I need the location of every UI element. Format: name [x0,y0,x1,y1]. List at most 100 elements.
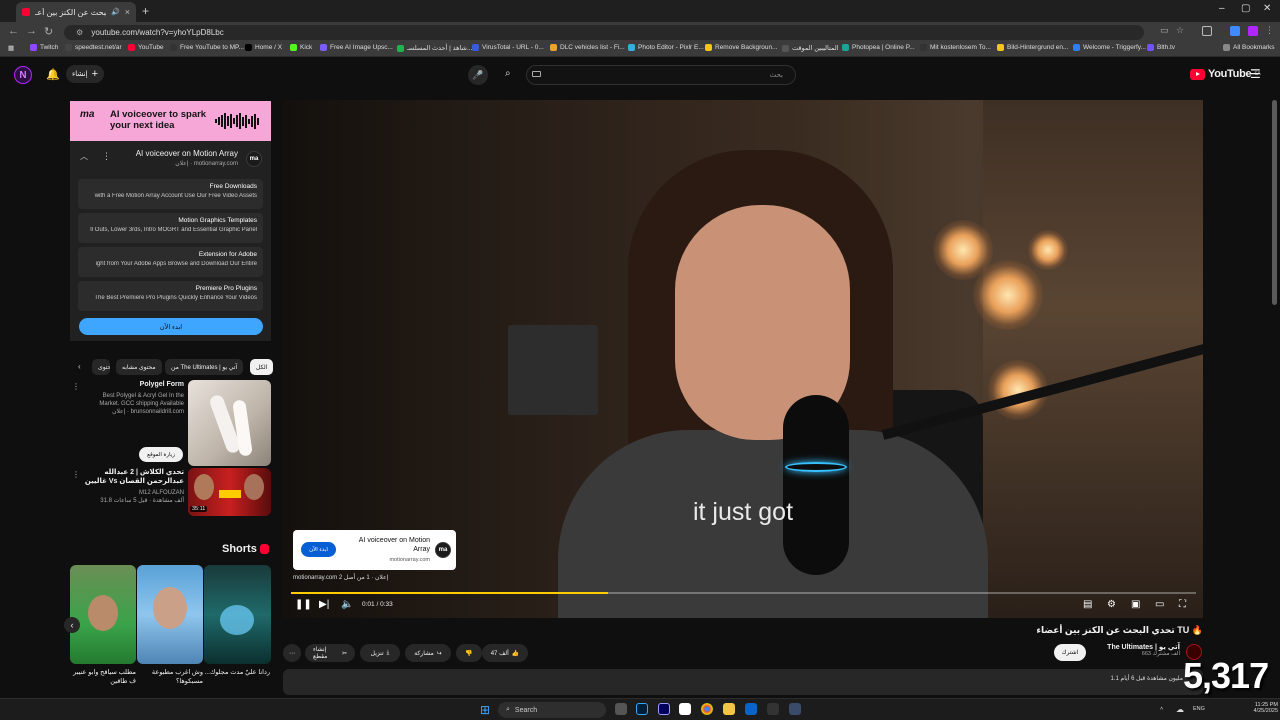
guide-menu-icon[interactable]: ☰ [1250,67,1261,81]
forward-icon[interactable]: → [26,25,37,37]
bookmark-item[interactable]: Photo Editor - Pixlr E... [628,44,704,51]
taskbar-search[interactable]: ⌕ Search [498,702,606,718]
subscribe-button[interactable]: اشترك [1054,644,1086,661]
short-thumbnail[interactable] [70,565,136,664]
file-explorer-icon[interactable] [723,703,735,715]
clip-button[interactable]: إنشاء مقطع ✂ [305,644,355,662]
bookmark-item[interactable]: Kick [290,44,312,51]
chip[interactable]: محتوى مشابه [116,359,162,375]
menu-kebab-icon[interactable]: ⋮ [1265,25,1274,36]
bookmark-star-icon[interactable]: ☆ [1176,25,1184,36]
miniplayer-icon[interactable]: ▣ [1131,599,1140,610]
bookmark-item[interactable]: YouTube [128,44,164,51]
fullscreen-icon[interactable]: ⛶ [1179,599,1186,610]
ad-sitelink[interactable]: Premiere Pro Plugins The Best Premiere P… [78,281,263,311]
volume-icon[interactable]: 🔈 [341,599,353,610]
windows-start-icon[interactable]: ⊞ [480,703,490,717]
visit-site-button[interactable]: زيارة الموقع [139,447,183,462]
shorts-prev-icon[interactable]: ‹ [64,617,80,633]
bookmark-item[interactable]: المتاليبين الموقت [782,44,839,52]
chip[interactable]: من The Ultimates | آتي يو [165,359,244,375]
bookmark-item[interactable]: All Bookmarks [1223,44,1275,51]
sponsored-recommendation[interactable]: ⋮ Polygel Form Best Polygel & Acryl Gel … [70,380,271,466]
language-indicator[interactable]: ENG [1193,706,1205,712]
search-icon[interactable]: ⌕ [505,68,511,79]
chrome-icon[interactable] [701,703,713,715]
reload-icon[interactable]: ↻ [44,25,53,38]
more-actions-button[interactable]: ⋯ [283,644,301,662]
like-button[interactable]: 47 ألف 👍 [482,644,528,662]
download-button[interactable]: تنزيل ⤓ [360,644,400,662]
app-icon[interactable] [767,703,779,715]
clock[interactable]: 11:25 PM 4/25/2025 [1244,702,1278,714]
extensions-icon[interactable] [1202,26,1212,36]
new-tab-button[interactable]: + [142,4,149,18]
collapse-chevron-icon[interactable]: ︿ [80,151,88,162]
bookmark-item[interactable]: DLC vehicles list - Fi... [550,44,625,51]
browser-tab[interactable]: تحدي البحث عن الكنز بين أعـ 🔊 × [16,2,136,22]
keyboard-icon[interactable] [532,71,541,77]
close-window-icon[interactable]: ✕ [1263,3,1271,14]
pause-icon[interactable]: ❚❚ [295,599,312,610]
bookmark-item[interactable]: Free YouTube to MP... [170,44,244,51]
channel-info[interactable]: The Ultimates | آتي يو 663 ألف مشترك [1090,643,1180,657]
bookmark-item[interactable]: Photopea | Online P... [842,44,915,51]
ad-cta-button[interactable]: ابدء الآن [79,318,263,335]
settings-gear-icon[interactable]: ⚙ [1107,599,1116,610]
short-thumbnail[interactable] [204,565,271,664]
theater-mode-icon[interactable]: ▭ [1155,599,1164,610]
share-button[interactable]: مشاركة ↪ [405,644,451,662]
onedrive-icon[interactable]: ☁ [1176,705,1184,714]
ad-menu-icon[interactable]: ⋮ [102,151,111,162]
outlook-icon[interactable] [745,703,757,715]
profile-icon[interactable] [1248,26,1258,36]
close-tab-icon[interactable]: × [125,7,130,17]
ad-banner[interactable]: ma AI voiceover to spark your next idea [70,101,271,141]
premiere-icon[interactable] [658,703,670,715]
store-icon[interactable] [679,703,691,715]
ad-overlay-card[interactable]: AI voiceover on Motion Array motionarray… [293,530,456,570]
extension-icon[interactable] [1230,26,1240,36]
chip-all[interactable]: الكل [250,359,274,375]
bookmark-item[interactable]: Welcome - Triggerfy... [1073,44,1146,51]
ad-overlay-button[interactable]: ابدء الآن [301,542,336,557]
bookmark-item[interactable]: Bild-Hintergrund en... [997,44,1068,51]
bookmark-item[interactable]: Mit kostenlosem To... [920,44,991,51]
next-icon[interactable]: ▶| [319,599,329,610]
bookmark-item[interactable]: Free AI Image Upsc... [320,44,393,51]
back-icon[interactable]: ← [8,25,19,37]
ad-sitelink[interactable]: Extension for Adobe ight from Your Adobe… [78,247,263,277]
bookmark-item[interactable]: Home / X [245,44,282,51]
task-view-icon[interactable] [615,703,627,715]
search-input[interactable]: بحث [526,65,796,85]
bookmark-item[interactable]: speedtest.net/ar [65,44,122,51]
chip[interactable]: محتوى [92,359,110,375]
minimize-icon[interactable]: – [1219,3,1225,14]
apps-icon[interactable]: ▦ [8,44,14,52]
short-thumbnail[interactable] [137,565,203,664]
create-button[interactable]: إنشاء + [66,65,104,83]
more-options-icon[interactable]: ⋮ [72,382,80,391]
recommended-video[interactable]: ⋮ تحدي الكلاش | 2 عبدالله غاليين Vs عبدا… [70,468,271,518]
rec-video-thumbnail[interactable]: 35:11 [188,468,271,516]
description-box[interactable]: 1.1 مليون مشاهدة قبل 6 أيام [283,669,1203,695]
subtitles-icon[interactable]: ▤ [1083,599,1092,610]
maximize-icon[interactable]: ▢ [1241,3,1250,14]
avatar[interactable]: N [14,66,32,84]
progress-bar[interactable] [291,592,1196,594]
rec-ad-thumbnail[interactable] [188,380,271,466]
site-info-icon[interactable]: ⚙ [76,28,83,37]
dislike-button[interactable]: 👎 [456,644,482,662]
ad-sitelink[interactable]: Free Downloads with a Free Motion Array … [78,179,263,209]
cast-icon[interactable]: ▭ [1160,25,1169,36]
voice-search-button[interactable]: 🎤 [468,65,488,85]
bookmark-item[interactable]: شاهد | أحدث المسلسـ... [397,44,472,52]
photoshop-icon[interactable] [636,703,648,715]
bookmark-item[interactable]: Blth.tv [1147,44,1175,51]
bookmark-item[interactable]: Twitch [30,44,58,51]
tray-chevron-icon[interactable]: ˄ [1160,706,1163,712]
chevron-left-icon[interactable]: ‹ [78,362,81,371]
security-icon[interactable] [789,703,801,715]
address-bar[interactable]: ⚙ youtube.com/watch?v=yhoYLpD8Lbc [64,25,1144,40]
ad-sitelink[interactable]: Motion Graphics Templates Il Outs, Lower… [78,213,263,243]
